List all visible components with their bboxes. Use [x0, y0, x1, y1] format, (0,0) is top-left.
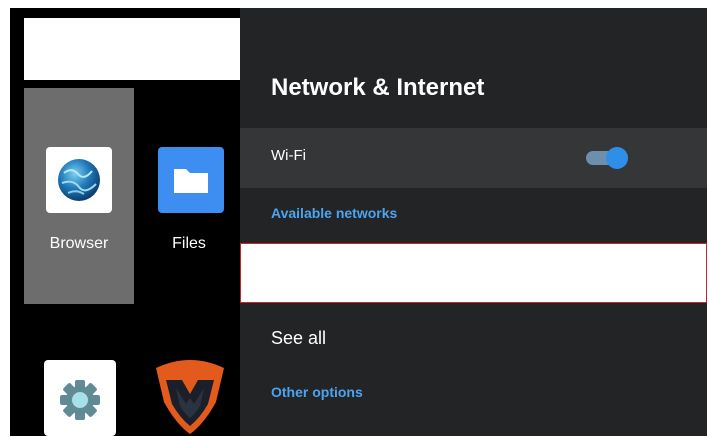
other-options-header: Other options	[271, 384, 363, 400]
page-title: Network & Internet	[271, 74, 485, 101]
tv-screen: Browser Files Network & Internet Wi-Fi A…	[10, 8, 707, 436]
see-all-button[interactable]: See all	[271, 328, 326, 349]
wifi-label: Wi-Fi	[271, 147, 306, 164]
wifi-row[interactable]: Wi-Fi	[240, 128, 707, 188]
app-label-browser: Browser	[49, 235, 109, 252]
app-launcher: Browser Files	[10, 8, 240, 436]
settings-panel: Network & Internet Wi-Fi Available netwo…	[240, 8, 707, 436]
shield-logo-icon	[150, 354, 230, 436]
app-label-files: Files	[172, 235, 206, 252]
browser-globe-icon	[46, 147, 112, 213]
available-networks-header: Available networks	[271, 205, 398, 221]
folder-icon	[158, 147, 224, 213]
toggle-knob	[606, 147, 628, 169]
app-tile-files[interactable]: Files	[144, 88, 254, 304]
app-tile-settings[interactable]	[24, 348, 134, 436]
wifi-toggle[interactable]	[586, 147, 628, 169]
gear-icon	[44, 360, 116, 436]
app-tile-shield[interactable]	[144, 348, 254, 436]
app-tile-browser[interactable]: Browser	[24, 88, 134, 304]
network-list-item[interactable]	[240, 243, 707, 303]
search-bar[interactable]	[24, 18, 240, 80]
